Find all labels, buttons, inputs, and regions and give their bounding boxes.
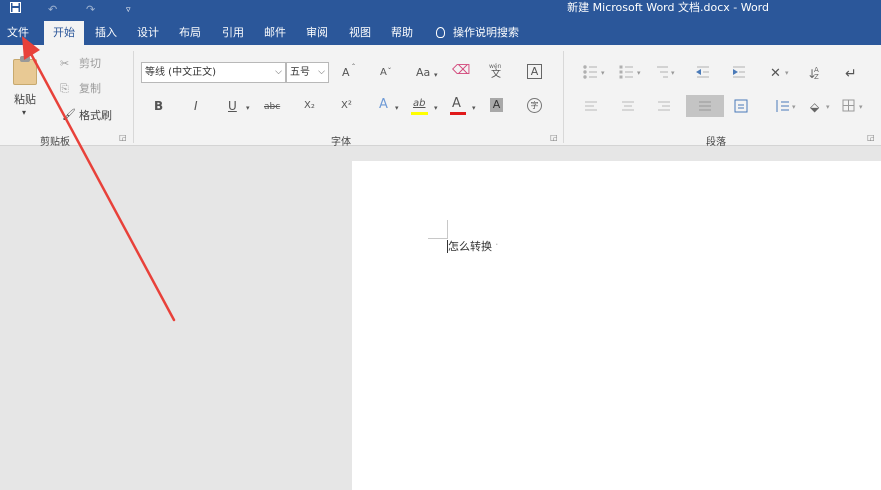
corner-crop-mark	[428, 238, 448, 239]
ribbon-tab-bar: 文件 开始 插入 设计 布局 引用 邮件 审阅 视图 帮助 操作说明搜索	[0, 21, 881, 45]
multilevel-list-icon	[657, 66, 668, 78]
grow-font-icon[interactable]: A	[342, 65, 350, 81]
align-center-icon	[622, 101, 634, 111]
grow-arrow-icon: ⌃	[351, 63, 357, 70]
borders-icon	[842, 99, 855, 112]
increase-indent-icon	[733, 66, 745, 78]
lightbulb-icon	[436, 26, 445, 38]
svg-text:▾: ▾	[859, 103, 863, 111]
shrink-font-icon[interactable]: A	[380, 65, 387, 81]
svg-text:▾: ▾	[637, 69, 641, 77]
line-spacing-icon	[776, 100, 789, 112]
tab-review[interactable]: 审阅	[299, 21, 335, 45]
window-title: 新建 Microsoft Word 文档.docx - Word	[567, 1, 769, 14]
chevron-down-icon[interactable]: ▾	[434, 67, 438, 83]
underline-icon[interactable]: U	[228, 98, 237, 114]
paste-dropdown-icon[interactable]: ▾	[22, 105, 26, 121]
svg-text:▾: ▾	[671, 69, 675, 77]
svg-text:▾: ▾	[601, 69, 605, 77]
change-case-icon[interactable]: Aa	[416, 65, 430, 81]
copy-button[interactable]: 复制	[79, 81, 101, 97]
tell-me-search[interactable]: 操作说明搜索	[436, 21, 519, 45]
align-right-icon	[658, 101, 670, 111]
enclose-characters-icon[interactable]: 字	[527, 98, 542, 113]
ribbon-home: 粘贴 ▾ ✂ 剪切 ⎘ 复制 🖌 格式刷 剪贴板 ◲ 等线 (中文正文) ⌵ 五…	[0, 45, 881, 148]
chinese-layout-icon: ✕	[770, 66, 781, 81]
corner-crop-mark	[447, 220, 448, 239]
group-separator	[563, 51, 564, 143]
chevron-down-icon: ⌵	[275, 67, 282, 77]
group-separator	[133, 51, 134, 143]
text-effects-icon[interactable]: A	[379, 97, 388, 113]
tab-home[interactable]: 开始	[44, 21, 84, 45]
shrink-arrow-icon: ⌄	[387, 64, 393, 71]
chevron-down-icon: ⌵	[318, 67, 325, 77]
customize-quick-access-icon[interactable]: ▿	[126, 2, 131, 18]
distributed-icon	[734, 99, 748, 113]
cut-button[interactable]: 剪切	[79, 56, 101, 72]
paragraph-tools: ▾ ▾ ▾ ✕ ▾ ↓ A Z ↵ ▾ ⬙ ▾ ▾	[583, 65, 863, 117]
tab-help[interactable]: 帮助	[384, 21, 420, 45]
superscript-icon[interactable]: X²	[341, 98, 352, 114]
chevron-down-icon[interactable]: ▾	[246, 100, 250, 116]
highlight-color-swatch	[411, 112, 428, 115]
font-name-combo[interactable]: 等线 (中文正文) ⌵	[141, 62, 286, 83]
svg-text:▾: ▾	[792, 103, 796, 111]
font-color-swatch	[450, 112, 466, 115]
align-left-icon	[585, 101, 597, 111]
character-border-icon[interactable]: A	[527, 64, 542, 79]
document-text[interactable]: 怎么转换	[448, 238, 492, 254]
redo-icon[interactable]: ↷	[86, 2, 95, 18]
title-bar: ↶ ↷ ▿ 新建 Microsoft Word 文档.docx - Word	[0, 0, 881, 21]
font-launcher-icon[interactable]: ◲	[550, 133, 558, 142]
tab-file[interactable]: 文件	[0, 21, 36, 45]
character-shading-icon[interactable]: A	[490, 98, 503, 112]
chevron-down-icon[interactable]: ▾	[472, 100, 476, 116]
tab-references[interactable]: 引用	[215, 21, 251, 45]
subscript-icon[interactable]: X₂	[304, 98, 315, 114]
svg-text:▾: ▾	[826, 103, 830, 111]
tab-layout[interactable]: 布局	[172, 21, 208, 45]
format-painter-icon: 🖌	[62, 108, 76, 121]
font-color-icon[interactable]: A	[452, 96, 461, 112]
bold-icon[interactable]: B	[154, 98, 163, 114]
show-marks-icon: ↵	[845, 66, 857, 82]
chevron-down-icon[interactable]: ▾	[434, 100, 438, 116]
paragraph-mark: ·	[495, 238, 499, 251]
tab-design[interactable]: 设计	[130, 21, 166, 45]
paragraph-launcher-icon[interactable]: ◲	[867, 133, 875, 142]
shading-bucket-icon: ⬙	[810, 100, 820, 114]
clipboard-launcher-icon[interactable]: ◲	[119, 133, 127, 142]
font-size-value: 五号	[290, 67, 310, 78]
numbering-icon	[619, 65, 633, 79]
tell-me-label: 操作说明搜索	[453, 26, 519, 39]
tab-insert[interactable]: 插入	[88, 21, 124, 45]
clear-formatting-icon[interactable]: ⌫	[452, 63, 470, 79]
bullets-icon	[583, 65, 597, 79]
undo-icon[interactable]: ↶	[48, 2, 57, 18]
scissors-icon: ✂	[60, 57, 70, 70]
italic-icon[interactable]: I	[194, 98, 198, 114]
paste-icon[interactable]	[13, 56, 37, 85]
font-name-value: 等线 (中文正文)	[145, 67, 216, 78]
tab-mailings[interactable]: 邮件	[257, 21, 293, 45]
highlight-icon[interactable]: ab	[413, 96, 425, 112]
decrease-indent-icon	[696, 66, 709, 78]
svg-text:▾: ▾	[785, 69, 789, 77]
svg-text:Z: Z	[814, 73, 819, 81]
format-painter-button[interactable]: 格式刷	[79, 108, 112, 124]
chevron-down-icon[interactable]: ▾	[395, 100, 399, 116]
save-icon[interactable]	[10, 2, 21, 18]
strikethrough-icon[interactable]: abc	[264, 99, 280, 115]
tab-view[interactable]: 视图	[342, 21, 378, 45]
document-page[interactable]	[352, 161, 881, 490]
copy-icon: ⎘	[60, 82, 69, 95]
phonetic-guide-icon[interactable]: 文	[491, 67, 501, 83]
font-size-combo[interactable]: 五号 ⌵	[286, 62, 329, 83]
